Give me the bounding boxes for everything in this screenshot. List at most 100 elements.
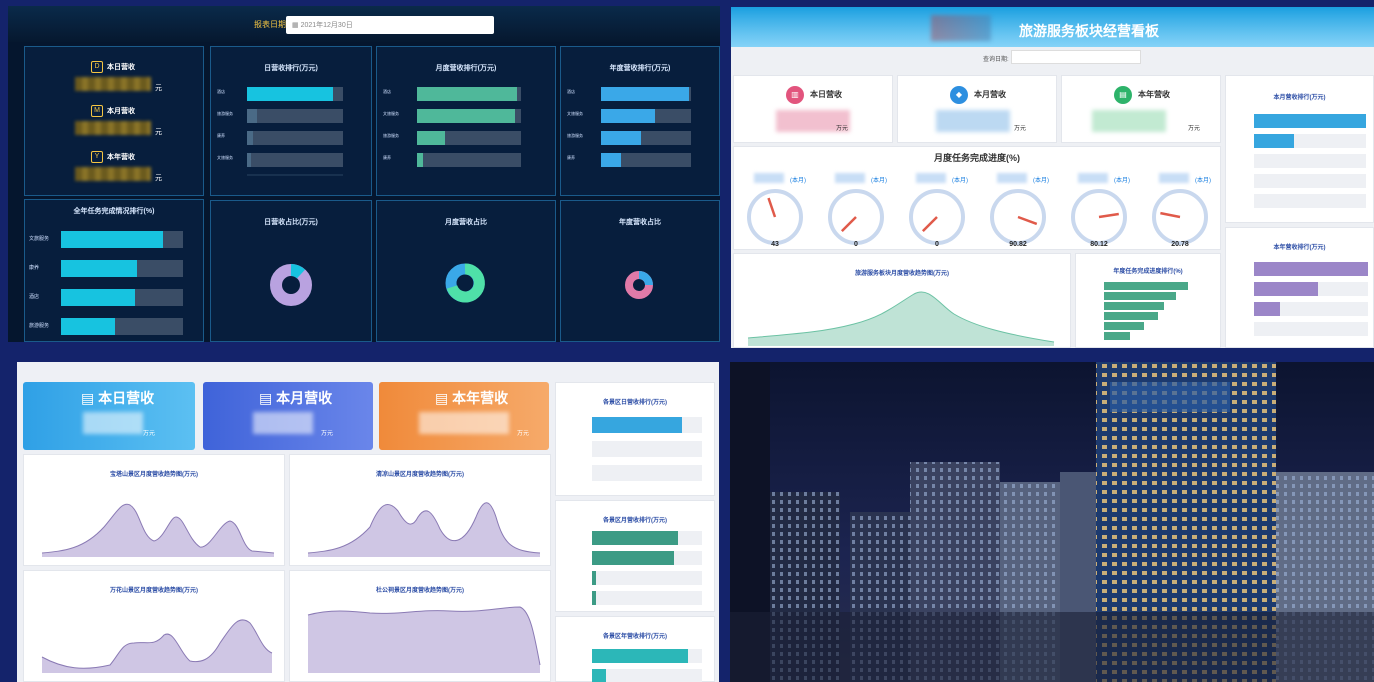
gauge-sublabel: (本月) [1114, 178, 1130, 184]
dashboard-top-bar: 报表日期 ▦ 2021年12月30日 [8, 6, 720, 42]
card-unit: 万元 [321, 431, 334, 437]
monthly-share-panel: 月度营收占比 [376, 200, 556, 342]
gauge-sublabel: (本月) [790, 178, 806, 184]
date-value: 2021年12月30日 [300, 22, 353, 29]
panel-title: 日营收占比(万元) [264, 219, 318, 226]
qingliang-trend-chart [307, 502, 541, 557]
kpi-label: 本月营收 [974, 90, 1006, 99]
query-date-input[interactable] [1011, 50, 1141, 64]
layers-icon: ◆ [950, 86, 968, 104]
panel-title: 月度任务完成进度(%) [934, 153, 1020, 163]
document-icon: ▤ [435, 390, 453, 406]
date-picker-input[interactable]: ▦ 2021年12月30日 [286, 16, 494, 34]
svg-text:旅游服务: 旅游服务 [29, 322, 49, 329]
daily-rank-panel: 日营收排行(万元) 酒店 旅游服务 康养 文旅服务 [210, 46, 372, 196]
gauge [990, 189, 1046, 245]
blurred-label [754, 173, 784, 183]
gauge-sublabel: (本月) [1033, 178, 1049, 184]
card-label: ▤ 本年营收 [435, 390, 509, 406]
monthly-rank-panel: 月度营收排行(万元) 酒店 文旅服务 旅游服务 康养 [376, 46, 556, 196]
blurred-label [835, 173, 865, 183]
annual-task-panel: 全年任务完成情况排行(%) 文旅服务 康养 酒店 旅游服务 [24, 199, 204, 342]
kpi-label: 本年营收 [1138, 90, 1170, 99]
kpi-unit: 万元 [836, 126, 849, 132]
monthly-rank-panel: 各景区月营收排行(万元) [555, 500, 715, 612]
card-label: ▤ 本日营收 [81, 390, 155, 406]
blurred-label [1078, 173, 1108, 183]
blurred-value [253, 412, 313, 434]
blurred-value [419, 412, 509, 434]
trend-panel-wanhua: 万花山景区月度营收趋势图(万元) [23, 570, 285, 682]
blurred-value [75, 77, 151, 91]
kpi-monthly-revenue: ◆ 本月营收 万元 [897, 75, 1057, 143]
svg-text:文旅服务: 文旅服务 [217, 154, 233, 160]
svg-text:康养: 康养 [29, 264, 39, 271]
revenue-kpi-panel: D 本日营收 元 M 本月营收 元 Y 本年营收 元 [24, 46, 204, 196]
card-daily-revenue: ▤ 本日营收 万元 [23, 382, 195, 450]
panel-title: 年度营收排行(万元) [609, 65, 671, 72]
monthly-rank-panel: 本月营收排行(万元) [1225, 75, 1374, 223]
panel-title: 各景区月营收排行(万元) [603, 518, 667, 524]
yearly-rank-panel: 年度营收排行(万元) 酒店 文旅服务 旅游服务 康养 [560, 46, 720, 196]
panel-title: 年度任务完成进度排行(%) [1113, 269, 1183, 275]
wanhua-trend-chart [41, 619, 273, 673]
annual-progress-bars [1104, 282, 1188, 340]
monthly-rank-bars [592, 531, 702, 605]
yearly-rank-panel: 本年营收排行(万元) [1225, 227, 1374, 348]
chart-icon: ▥ [786, 86, 804, 104]
daily-share-donut [270, 264, 312, 306]
panel-title: 月度营收排行(万元) [435, 65, 497, 72]
card-yearly-revenue: ▤ 本年营收 万元 [379, 382, 549, 450]
svg-text:酒店: 酒店 [567, 88, 575, 94]
daily-rank-bar-chart: 酒店 旅游服务 康养 文旅服务 [217, 87, 343, 176]
day-icon: D [91, 61, 103, 73]
yearly-share-donut [625, 271, 653, 299]
blurred-value [75, 167, 151, 181]
blurred-value [936, 110, 1010, 132]
svg-text:旅游服务: 旅游服务 [567, 132, 583, 138]
blurred-logo [931, 15, 991, 41]
gauge-value: 20.78 [1171, 241, 1189, 248]
trend-panel-qingliang: 清凉山景区月度营收趋势图(万元) [289, 454, 551, 566]
card-monthly-revenue: ▤ 本月营收 万元 [203, 382, 373, 450]
gauge [909, 189, 965, 245]
monthly-share-donut [445, 263, 485, 303]
panel-title: 本年营收排行(万元) [1273, 245, 1326, 251]
gauge-sublabel: (本月) [952, 178, 968, 184]
gauge-value: 0 [935, 241, 939, 248]
panel-title: 各景区年营收排行(万元) [603, 634, 667, 640]
kpi-unit: 元 [155, 85, 162, 92]
svg-text:文旅服务: 文旅服务 [567, 110, 583, 116]
dugongci-trend-chart [307, 606, 541, 673]
yearly-rank-bars [592, 649, 702, 682]
gauge-value: 90.82 [1009, 241, 1027, 248]
panel-title: 本月营收排行(万元) [1273, 95, 1326, 101]
gauge-sublabel: (本月) [1195, 178, 1211, 184]
scenic-area-dashboard-screenshot: ▤ 本日营收 万元 ▤ 本月营收 万元 ▤ 本年营收 万元 宝塔山景区月度营收趋… [17, 362, 719, 682]
kpi-unit: 元 [155, 175, 162, 182]
kpi-label: 本日营收 [810, 90, 842, 99]
kpi-yearly-revenue: ▤ 本年营收 万元 [1061, 75, 1221, 143]
yearly-rank-bar-chart: 酒店 文旅服务 旅游服务 康养 [567, 87, 691, 167]
gauge [1071, 189, 1127, 245]
bar-row: 旅游服务 [29, 318, 183, 335]
svg-text:酒店: 酒店 [217, 88, 225, 94]
monthly-rank-bars [1254, 114, 1366, 208]
month-icon: M [91, 105, 103, 117]
bar-row: 文旅服务 [29, 231, 183, 248]
panel-title: 月度营收占比 [445, 219, 487, 226]
blurred-value [1092, 110, 1166, 132]
svg-text:文旅服务: 文旅服务 [29, 235, 49, 242]
trend-area-chart [747, 291, 1055, 346]
dashboard-title: 旅游服务板块经营看板 [1019, 23, 1159, 39]
yearly-rank-bars [1254, 262, 1368, 336]
bar-row: 康养 [29, 260, 183, 277]
kpi-unit: 万元 [1014, 126, 1027, 132]
document-icon: ▤ [1114, 86, 1132, 104]
panel-title: 年度营收占比 [619, 219, 661, 226]
panel-title: 各景区日营收排行(万元) [603, 400, 667, 406]
light-dashboard-screenshot: 旅游服务板块经营看板 查询日期: ▥ 本日营收 万元 ◆ 本月营收 万元 ▤ 本… [731, 7, 1374, 348]
date-query-label: 报表日期 [254, 20, 286, 29]
gauge-value: 0 [854, 241, 858, 248]
card-unit: 万元 [517, 431, 530, 437]
